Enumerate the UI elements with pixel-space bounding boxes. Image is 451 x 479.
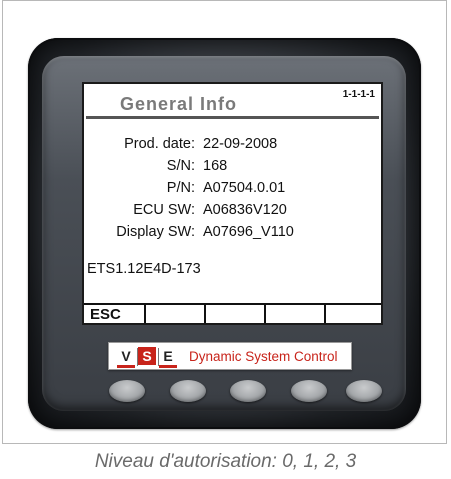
- info-value: A07504.0.01: [203, 180, 286, 196]
- hardware-button-1[interactable]: [109, 380, 145, 402]
- menu-code: 1-1-1-1: [342, 89, 375, 100]
- brand-letter-v: V: [117, 347, 135, 368]
- softkey-2[interactable]: [146, 305, 206, 323]
- info-value: A06836V120: [203, 202, 287, 218]
- softkey-bar: ESC: [84, 303, 381, 323]
- softkey-esc[interactable]: ESC: [84, 305, 146, 323]
- brand-name: Dynamic System Control: [189, 349, 338, 364]
- title-divider: [86, 116, 379, 119]
- softkey-3[interactable]: [206, 305, 266, 323]
- info-label: Display SW:: [116, 224, 195, 240]
- screen-title: General Info: [120, 94, 238, 114]
- brand-letter-e: E: [159, 347, 177, 368]
- info-value: 22-09-2008: [203, 136, 278, 152]
- ets-version: ETS1.12E4D-173: [87, 261, 201, 277]
- lcd-screen: General Info 1-1-1-1 Prod. date: 22-09-2…: [82, 82, 383, 325]
- hardware-button-3[interactable]: [230, 380, 266, 402]
- info-label: P/N:: [166, 180, 195, 196]
- authorization-caption: Niveau d'autorisation: 0, 1, 2, 3: [94, 451, 357, 472]
- softkey-5[interactable]: [326, 305, 381, 323]
- hardware-button-5[interactable]: [346, 380, 382, 402]
- info-label: S/N:: [166, 158, 195, 174]
- info-label: ECU SW:: [133, 202, 195, 218]
- softkey-4[interactable]: [266, 305, 326, 323]
- hardware-button-2[interactable]: [170, 380, 206, 402]
- info-value: 168: [203, 158, 228, 174]
- brand-letter-s: S: [138, 347, 156, 365]
- info-label: Prod. date:: [124, 136, 195, 152]
- brand-logo: V S E Dynamic System Control: [108, 342, 352, 370]
- info-value: A07696_V110: [203, 224, 294, 240]
- hardware-button-4[interactable]: [291, 380, 327, 402]
